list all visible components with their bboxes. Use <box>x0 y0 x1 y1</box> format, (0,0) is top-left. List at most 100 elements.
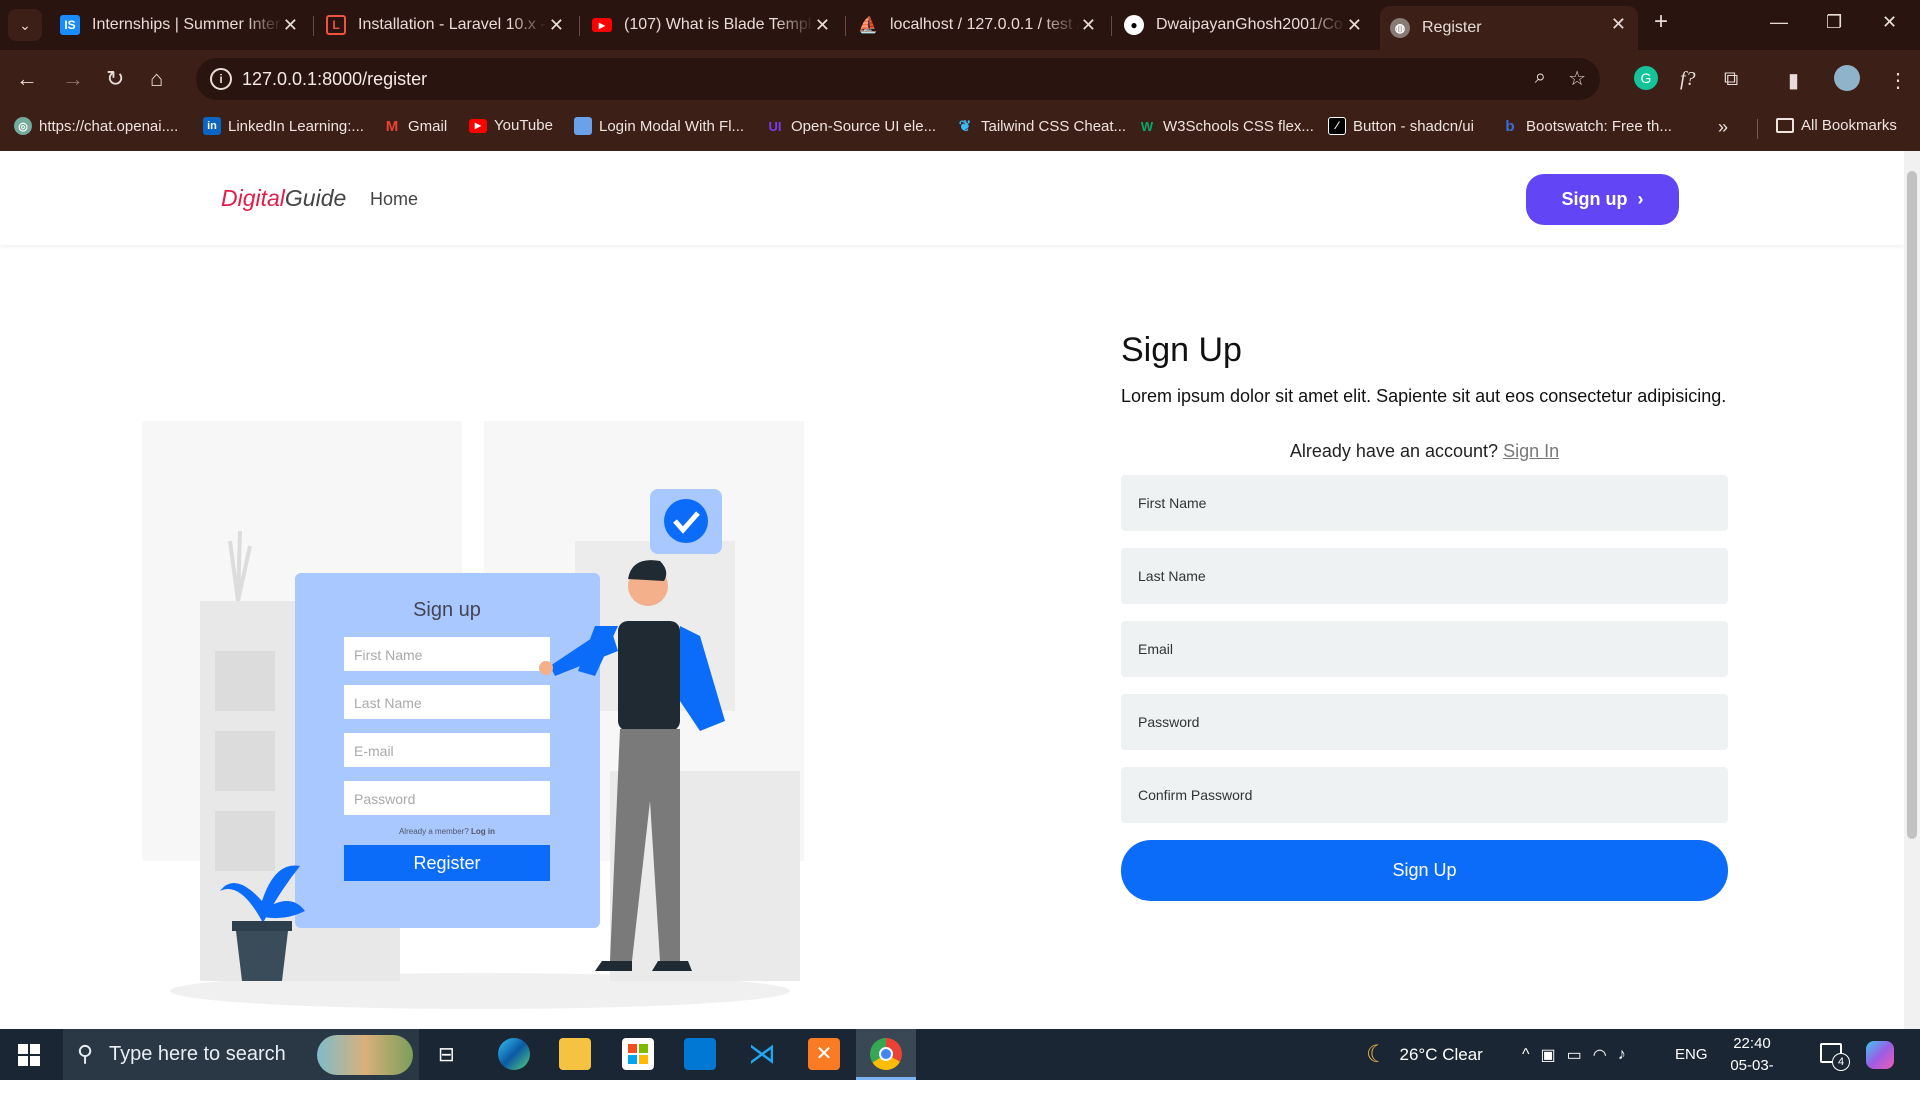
clock[interactable]: 22:40 05-03-2024 <box>1720 1033 1784 1099</box>
more-bookmarks-icon[interactable]: » <box>1718 117 1728 138</box>
tab-title: DwaipayanGhosh2001/Co <box>1156 16 1343 33</box>
nav-signup-button[interactable]: Sign up › <box>1526 174 1679 225</box>
close-icon[interactable]: ✕ <box>549 15 564 36</box>
nav-home-link[interactable]: Home <box>370 189 418 210</box>
weather-widget[interactable]: ☾ 26°C Clear <box>1366 1029 1483 1080</box>
close-icon[interactable]: ✕ <box>283 15 298 36</box>
chrome-taskbar-button[interactable] <box>856 1029 916 1080</box>
page-scrollbar[interactable] <box>1904 151 1920 1029</box>
tab-laravel[interactable]: L Installation - Laravel 10.x - ✕ <box>316 7 576 43</box>
bookmark-gmail[interactable]: M Gmail <box>383 117 447 135</box>
clock-time: 22:40 <box>1733 1035 1771 1052</box>
close-icon[interactable]: ✕ <box>1347 15 1362 36</box>
w3schools-icon: W <box>1140 118 1154 134</box>
email-field[interactable] <box>1121 621 1728 677</box>
site-info-icon[interactable]: i <box>210 68 232 90</box>
tab-github[interactable]: ● DwaipayanGhosh2001/Co ✕ <box>1114 7 1374 43</box>
close-icon[interactable]: ✕ <box>815 15 830 36</box>
illus-member-text: Already a member? <box>399 827 469 836</box>
all-bookmarks[interactable]: All Bookmarks <box>1776 117 1897 134</box>
bookmark-label: YouTube <box>494 117 553 134</box>
battery-icon[interactable]: ▭ <box>1567 1045 1582 1065</box>
chevron-up-icon[interactable]: ^ <box>1522 1046 1530 1064</box>
search-icon: ⚲ <box>77 1041 94 1066</box>
vscode-icon[interactable]: ⋊ <box>746 1038 778 1070</box>
bookmark-linkedin[interactable]: in LinkedIn Learning:... <box>203 117 364 135</box>
tab-title: Internships | Summer Inter <box>92 16 281 33</box>
bookmark-chatgpt[interactable]: ◎ https://chat.openai.... <box>14 117 178 135</box>
signin-link[interactable]: Sign In <box>1503 441 1559 461</box>
bookmark-youtube[interactable]: ▶ YouTube <box>469 117 553 134</box>
edge-icon[interactable] <box>498 1038 530 1070</box>
language-indicator[interactable]: ENG <box>1675 1029 1708 1080</box>
tab-search-button[interactable]: ⌄ <box>8 9 42 41</box>
xampp-icon[interactable]: ✕ <box>808 1038 840 1070</box>
minimize-icon[interactable]: — <box>1770 12 1788 33</box>
new-tab-plus-icon[interactable]: + <box>1654 8 1668 36</box>
forward-arrow-icon[interactable]: → <box>62 66 84 92</box>
bookmark-ui-elements[interactable]: UI Open-Source UI ele... <box>766 117 937 135</box>
bookmark-bootswatch[interactable]: b Bootswatch: Free th... <box>1501 117 1672 135</box>
notification-center-icon[interactable]: 4 <box>1820 1043 1850 1071</box>
youtube-icon: ▶ <box>592 18 612 32</box>
meet-now-icon[interactable]: ▣ <box>1541 1045 1556 1065</box>
tab-internships[interactable]: IS Internships | Summer Inter ✕ <box>50 7 310 43</box>
password-field[interactable] <box>1121 694 1728 750</box>
reload-icon[interactable]: ↻ <box>106 66 124 92</box>
star-icon[interactable]: ☆ <box>1568 66 1586 91</box>
github-icon: ● <box>1124 15 1144 35</box>
bookmark-shadcn[interactable]: ⁄ Button - shadcn/ui <box>1328 117 1474 135</box>
taskbar-search[interactable]: ⚲ Type here to search <box>63 1029 419 1080</box>
system-tray-icons: ^ ▣ ▭ ◠ ♪ <box>1522 1029 1626 1080</box>
volume-icon[interactable]: ♪ <box>1618 1046 1626 1064</box>
webpage: DigitalGuide Home Sign up › Sign up First… <box>0 151 1904 1029</box>
side-panel-icon[interactable]: ▮ <box>1788 68 1799 93</box>
site-logo[interactable]: DigitalGuide <box>221 185 346 212</box>
zoom-icon[interactable]: ⌕ <box>1535 66 1546 89</box>
more-menu-icon[interactable]: ⋮ <box>1888 68 1908 93</box>
close-icon[interactable]: ✕ <box>1081 15 1096 36</box>
wifi-icon[interactable]: ◠ <box>1593 1045 1607 1065</box>
tab-register[interactable]: ◍ Register ✕ <box>1380 6 1638 50</box>
taskbar-search-placeholder: Type here to search <box>109 1043 286 1065</box>
signup-submit-button[interactable]: Sign Up <box>1121 840 1728 901</box>
close-icon[interactable]: ✕ <box>1611 14 1626 35</box>
image-icon <box>574 117 592 135</box>
folder-icon <box>1776 118 1794 133</box>
first-name-field[interactable] <box>1121 475 1728 531</box>
microsoft-store-icon[interactable] <box>622 1038 654 1070</box>
is-icon: IS <box>60 15 80 35</box>
already-account-text: Already have an account? Sign In <box>1121 441 1728 462</box>
windows-start-icon[interactable] <box>18 1044 40 1066</box>
confirm-password-field[interactable] <box>1121 767 1728 823</box>
function-extension-icon[interactable]: f? <box>1680 68 1696 91</box>
file-explorer-icon[interactable] <box>559 1038 591 1070</box>
tab-phpmyadmin[interactable]: ⛵ localhost / 127.0.0.1 / test / ✕ <box>848 7 1108 43</box>
task-view-icon[interactable]: ⊟ <box>438 1042 455 1067</box>
address-bar[interactable]: i 127.0.0.1:8000/register ⌕ ☆ <box>196 58 1600 100</box>
bookmark-tailwind[interactable]: ❦ Tailwind CSS Cheat... <box>956 117 1126 136</box>
clock-date: 05-03-2024 <box>1730 1057 1774 1096</box>
bookmark-label: Bootswatch: Free th... <box>1526 117 1672 135</box>
bookmark-w3schools[interactable]: W W3Schools CSS flex... <box>1138 117 1314 135</box>
form-title: Sign Up <box>1121 331 1242 369</box>
back-arrow-icon[interactable]: ← <box>16 66 38 92</box>
bookmark-login-modal[interactable]: Login Modal With Fl... <box>574 117 744 135</box>
tab-youtube[interactable]: ▶ (107) What is Blade Templa ✕ <box>582 7 842 43</box>
copilot-icon[interactable] <box>1866 1041 1894 1069</box>
home-icon[interactable]: ⌂ <box>150 66 163 92</box>
weather-text: 26°C Clear <box>1399 1044 1483 1064</box>
bookmark-label: Button - shadcn/ui <box>1353 117 1474 135</box>
extensions-puzzle-icon[interactable]: ⧉ <box>1724 68 1738 91</box>
bookmark-label: LinkedIn Learning:... <box>228 117 364 135</box>
restore-icon[interactable]: ❐ <box>1826 12 1842 33</box>
avatar[interactable] <box>1834 65 1860 91</box>
scroll-thumb[interactable] <box>1907 171 1917 839</box>
logo-rest: Guide <box>284 185 347 211</box>
mail-icon[interactable] <box>684 1038 716 1070</box>
last-name-field[interactable] <box>1121 548 1728 604</box>
tab-title: Installation - Laravel 10.x - <box>358 16 546 33</box>
close-window-icon[interactable]: ✕ <box>1882 12 1897 33</box>
grammarly-icon[interactable]: G <box>1634 66 1658 90</box>
tab-title: localhost / 127.0.0.1 / test / <box>890 16 1080 33</box>
